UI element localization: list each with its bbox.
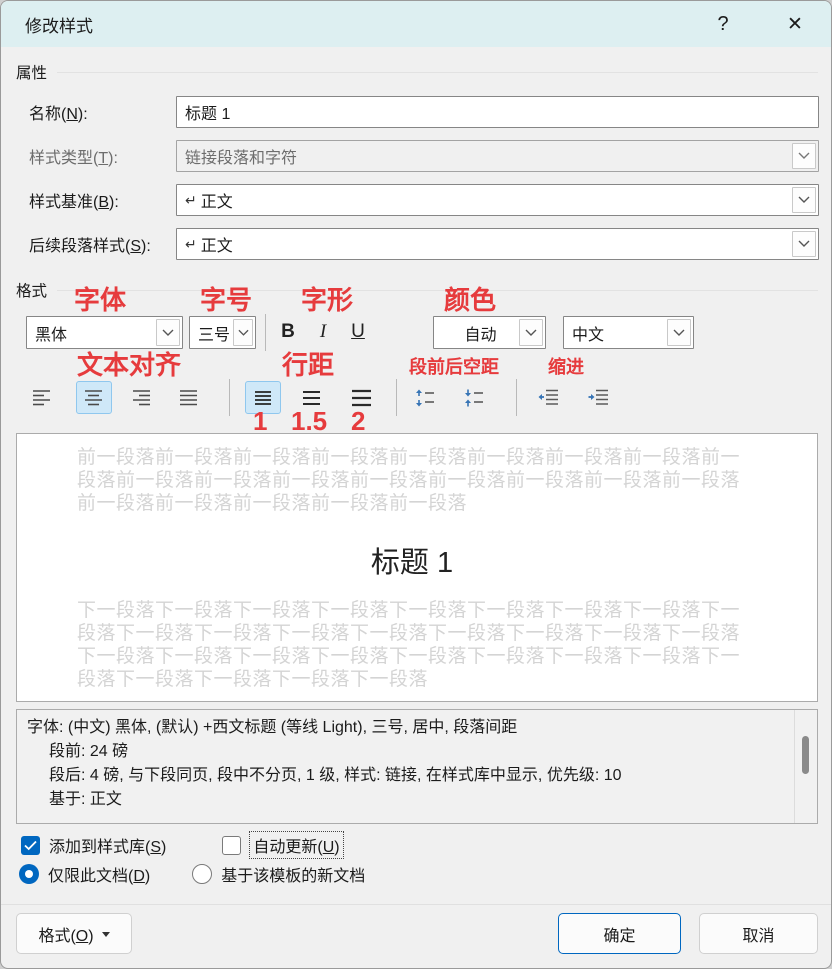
align-right-icon (133, 389, 151, 406)
scrollbar-thumb[interactable] (802, 736, 809, 774)
line-spacing-1-5-icon (303, 390, 320, 406)
align-right-button[interactable] (124, 381, 160, 414)
modify-style-dialog: 修改样式 ? ✕ 属性 名称(N): 样式类型(T): 链接段落和字符 样式基准… (0, 0, 832, 969)
close-button[interactable]: ✕ (775, 7, 815, 41)
only-this-document-radio[interactable] (19, 864, 39, 884)
line-spacing-1-icon (255, 390, 271, 406)
align-left-icon (33, 389, 51, 406)
align-center-icon (85, 389, 103, 406)
style-description-box: 字体: (中文) 黑体, (默认) +西文标题 (等线 Light), 三号, … (16, 709, 818, 824)
chevron-down-icon[interactable] (233, 319, 253, 346)
help-button[interactable]: ? (703, 7, 743, 41)
annotation-align: 文本对齐 (77, 352, 181, 378)
line-spacing-single-button[interactable] (245, 381, 281, 414)
toolbar-separator (265, 314, 266, 351)
auto-update-label[interactable]: 自动更新(U) (250, 832, 342, 858)
style-type-select: 链接段落和字符 (176, 140, 819, 172)
paragraph-mark-icon: ↵ (185, 192, 197, 209)
description-scrollbar[interactable] (794, 710, 817, 823)
toolbar-separator (516, 379, 517, 416)
format-section-label: 格式 (16, 279, 47, 301)
name-label: 名称(N): (29, 100, 176, 124)
format-menu-button[interactable]: 格式(O) (16, 913, 132, 954)
justify-button[interactable] (171, 381, 207, 414)
add-to-gallery-checkbox[interactable] (21, 836, 40, 855)
description-line: 段前: 24 磅 (27, 740, 787, 764)
annotation-paragraph-spacing: 段前后空距 (409, 358, 499, 376)
following-style-select[interactable]: ↵ 正文 (176, 228, 819, 260)
decrease-paragraph-spacing-button[interactable] (456, 381, 492, 414)
dropdown-arrow-icon (102, 932, 110, 937)
paragraph-mark-icon: ↵ (185, 236, 197, 253)
description-line: 基于: 正文 (27, 788, 787, 812)
chevron-down-icon[interactable] (156, 319, 180, 346)
chevron-down-icon[interactable] (792, 231, 816, 257)
chevron-down-icon[interactable] (519, 319, 543, 346)
increase-indent-button[interactable] (580, 381, 616, 414)
section-divider (57, 290, 818, 291)
increase-indent-icon (588, 389, 608, 406)
align-center-button[interactable] (76, 381, 112, 414)
template-documents-radio[interactable] (192, 864, 212, 884)
annotation-line-spacing: 行距 (282, 352, 334, 378)
description-line: 段后: 4 磅, 与下段同页, 段中不分页, 1 级, 样式: 链接, 在样式库… (27, 764, 787, 788)
based-on-label: 样式基准(B): (29, 188, 176, 212)
following-style-label: 后续段落样式(S): (29, 232, 176, 256)
template-documents-label[interactable]: 基于该模板的新文档 (221, 862, 365, 886)
previous-paragraph-text: 前一段落前一段落前一段落前一段落前一段落前一段落前一段落前一段落前一段落前一段落… (77, 446, 747, 515)
align-left-button[interactable] (24, 381, 60, 414)
checkmark-icon (24, 840, 37, 851)
add-to-gallery-label[interactable]: 添加到样式库(S) (49, 833, 166, 857)
toolbar-separator (396, 379, 397, 416)
font-color-select[interactable]: 自动 (433, 316, 546, 349)
justify-icon (180, 389, 198, 406)
only-this-document-label[interactable]: 仅限此文档(D) (48, 862, 150, 886)
name-input[interactable] (176, 96, 819, 128)
properties-section-header: 属性 (16, 61, 818, 83)
footer-divider (1, 904, 832, 905)
increase-paragraph-spacing-button[interactable] (407, 381, 443, 414)
chevron-down-icon[interactable] (667, 319, 691, 346)
underline-button[interactable]: U (343, 316, 373, 348)
decrease-indent-icon (538, 389, 558, 406)
line-spacing-double-button[interactable] (343, 381, 379, 414)
increase-paragraph-spacing-icon (415, 389, 435, 407)
auto-update-checkbox[interactable] (222, 836, 241, 855)
ok-button[interactable]: 确定 (558, 913, 681, 954)
description-line: 字体: (中文) 黑体, (默认) +西文标题 (等线 Light), 三号, … (27, 716, 787, 740)
style-type-label: 样式类型(T): (29, 144, 176, 168)
chevron-down-icon[interactable] (792, 187, 816, 213)
style-preview-pane: 前一段落前一段落前一段落前一段落前一段落前一段落前一段落前一段落前一段落前一段落… (16, 433, 818, 702)
next-paragraph-text: 下一段落下一段落下一段落下一段落下一段落下一段落下一段落下一段落下一段落下一段落… (77, 599, 747, 691)
language-select[interactable]: 中文 (563, 316, 694, 349)
based-on-select[interactable]: ↵ 正文 (176, 184, 819, 216)
font-size-select[interactable]: 三号 (189, 316, 256, 349)
bold-button[interactable]: B (273, 316, 303, 348)
decrease-paragraph-spacing-icon (464, 389, 484, 407)
font-select[interactable]: 黑体 (26, 316, 183, 349)
italic-button[interactable]: I (308, 316, 338, 348)
properties-section-label: 属性 (16, 61, 47, 83)
dialog-title: 修改样式 (25, 12, 93, 37)
line-spacing-2-icon (352, 389, 371, 407)
chevron-down-icon (792, 143, 816, 169)
annotation-indent: 缩进 (548, 358, 584, 376)
line-spacing-1-5-button[interactable] (293, 381, 329, 414)
format-section-header: 格式 (16, 279, 818, 301)
section-divider (57, 72, 818, 73)
preview-heading: 标题 1 (77, 539, 747, 581)
cancel-button[interactable]: 取消 (699, 913, 818, 954)
decrease-indent-button[interactable] (530, 381, 566, 414)
toolbar-separator (229, 379, 230, 416)
